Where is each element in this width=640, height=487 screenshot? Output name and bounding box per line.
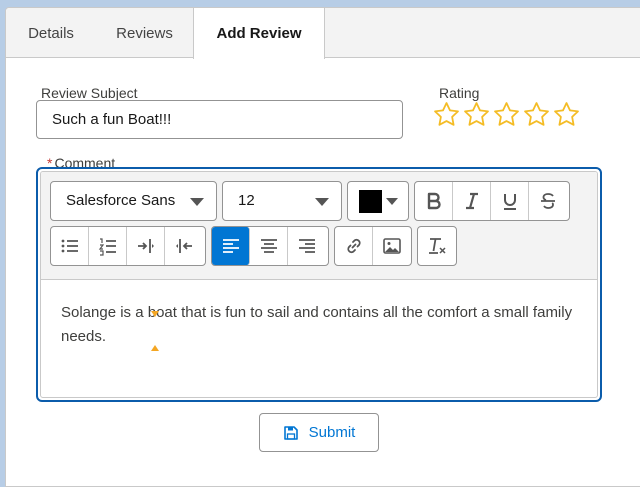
outdent-button[interactable] <box>165 227 203 265</box>
numbered-list-icon <box>98 238 116 256</box>
star-icon[interactable] <box>433 101 460 128</box>
italic-button[interactable] <box>453 182 491 220</box>
indent-icon <box>137 239 154 253</box>
font-size-select[interactable]: 12 <box>222 181 342 221</box>
chevron-down-icon <box>190 198 204 206</box>
strikethrough-icon <box>541 193 555 209</box>
font-family-select[interactable]: Salesforce Sans <box>50 181 217 221</box>
tab-details[interactable]: Details <box>6 8 96 58</box>
clear-formatting-button[interactable] <box>417 226 457 266</box>
clear-formatting-icon <box>429 238 446 254</box>
bulleted-list-icon <box>61 239 78 253</box>
editor-frame: Salesforce Sans 12 Solange is a boat tha… <box>40 171 598 398</box>
tab-add-review[interactable]: Add Review <box>193 8 325 59</box>
subject-input[interactable] <box>36 100 403 139</box>
chevron-down-icon <box>386 198 398 205</box>
image-icon <box>383 238 401 254</box>
list-indent-group <box>50 226 206 266</box>
alignment-group <box>211 226 329 266</box>
italic-icon <box>465 192 478 210</box>
clear-formatting-inner <box>418 227 456 265</box>
numbered-list-button[interactable] <box>89 227 127 265</box>
text-color-picker[interactable] <box>347 181 409 221</box>
star-icon[interactable] <box>523 101 550 128</box>
font-family-value: Salesforce Sans <box>66 192 176 209</box>
align-center-button[interactable] <box>250 227 288 265</box>
align-left-icon <box>222 239 239 253</box>
link-icon <box>346 238 361 254</box>
align-right-button[interactable] <box>288 227 326 265</box>
insert-link-button[interactable] <box>335 227 373 265</box>
chevron-down-icon <box>315 198 329 206</box>
align-left-button[interactable] <box>212 227 250 265</box>
subject-label: Review Subject <box>41 85 138 101</box>
outdent-icon <box>176 239 192 253</box>
tab-bar: Details Reviews Add Review <box>6 8 640 59</box>
rich-text-editor: Salesforce Sans 12 Solange is a boat tha… <box>36 167 602 402</box>
font-size-value: 12 <box>238 192 255 209</box>
underline-icon <box>503 194 516 210</box>
align-right-icon <box>299 239 315 253</box>
submit-button[interactable]: Submit <box>259 413 379 452</box>
bulleted-list-button[interactable] <box>51 227 89 265</box>
align-center-icon <box>260 239 277 253</box>
tab-reviews[interactable]: Reviews <box>96 8 193 58</box>
selection-end-handle-icon[interactable] <box>150 344 160 352</box>
underline-button[interactable] <box>491 182 529 220</box>
selection-start-handle-icon[interactable] <box>150 310 160 318</box>
indent-button[interactable] <box>127 227 165 265</box>
star-rating[interactable] <box>433 101 583 131</box>
strikethrough-button[interactable] <box>529 182 567 220</box>
submit-label: Submit <box>308 424 356 441</box>
insert-group <box>334 226 412 266</box>
rating-label: Rating <box>439 85 480 101</box>
bold-icon <box>427 192 441 210</box>
insert-image-button[interactable] <box>373 227 411 265</box>
star-icon[interactable] <box>463 101 490 128</box>
save-icon <box>283 425 298 440</box>
text-style-group <box>414 181 570 221</box>
editor-content[interactable]: Solange is a boat that is fun to sail an… <box>41 280 597 397</box>
editor-toolbar: Salesforce Sans 12 <box>41 172 597 280</box>
color-swatch <box>359 190 382 213</box>
bold-button[interactable] <box>415 182 453 220</box>
star-icon[interactable] <box>493 101 520 128</box>
comment-text: Solange is a boat that is fun to sail an… <box>61 304 573 345</box>
star-icon[interactable] <box>553 101 580 128</box>
